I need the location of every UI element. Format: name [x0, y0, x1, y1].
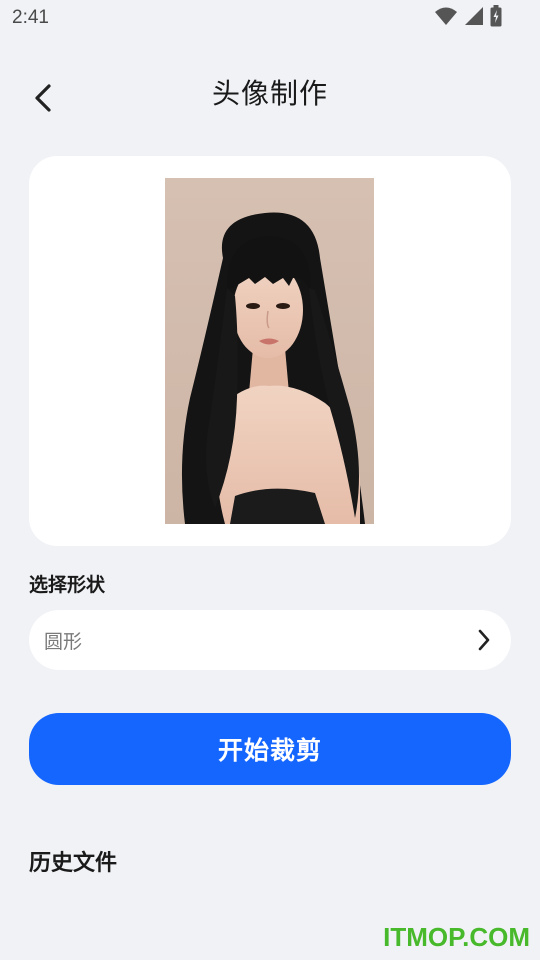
shape-section-label: 选择形状 — [29, 574, 106, 596]
avatar-preview-card — [29, 156, 511, 546]
portrait-photo — [165, 178, 374, 524]
chevron-right-icon — [478, 629, 490, 651]
status-time: 2:41 — [12, 7, 49, 28]
shape-selected-value: 圆形 — [44, 631, 83, 653]
battery-charging-icon — [490, 5, 502, 31]
cellular-signal-icon — [464, 6, 484, 30]
page-title: 头像制作 — [211, 77, 328, 110]
status-icons — [434, 5, 502, 31]
status-bar: 2:41 — [0, 0, 540, 38]
watermark-logo: ITMOP.COM — [383, 922, 530, 952]
wifi-icon — [434, 6, 458, 30]
start-crop-button[interactable]: 开始裁剪 — [29, 713, 511, 785]
shape-selector[interactable]: 圆形 — [29, 610, 511, 670]
history-section-title: 历史文件 — [29, 851, 118, 876]
